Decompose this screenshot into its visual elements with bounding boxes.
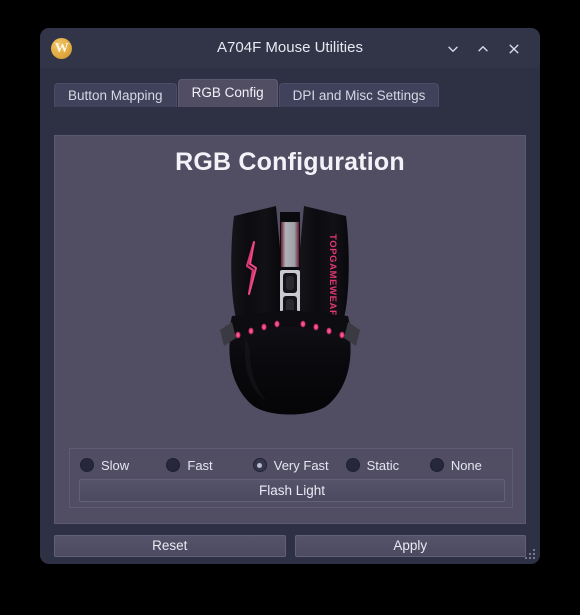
tab-bar: Button Mapping RGB Config DPI and Misc S… (54, 79, 540, 107)
tab-rgb-config[interactable]: RGB Config (177, 79, 278, 107)
close-icon (507, 42, 521, 56)
radio-indicator-static[interactable] (345, 458, 360, 472)
footer-button-bar: Reset Apply (54, 535, 526, 557)
radio-option-static[interactable]: Static (344, 458, 428, 473)
radio-label-static: Static (366, 457, 400, 473)
radio-indicator-very-fast[interactable] (252, 458, 267, 472)
radio-label-fast: Fast (187, 457, 213, 473)
radio-option-slow[interactable]: Slow (70, 458, 164, 473)
radio-indicator-none[interactable] (429, 458, 444, 472)
chevron-up-icon (476, 42, 490, 56)
apply-button[interactable]: Apply (294, 535, 526, 557)
reset-button[interactable]: Reset (54, 535, 286, 557)
close-button[interactable] (503, 38, 525, 59)
lighting-effects-group: Slow Fast Very Fast Static None Flash Li… (69, 448, 513, 508)
rgb-config-panel: RGB Configuration TOPGAMEWEAPON Slow Fas… (54, 135, 526, 524)
resize-grip[interactable] (522, 546, 535, 559)
window-title: A704F Mouse Utilities (217, 39, 363, 56)
radio-label-very-fast: Very Fast (273, 457, 329, 473)
radio-indicator-slow[interactable] (80, 458, 94, 472)
effect-radio-group: Slow Fast Very Fast Static None (70, 455, 512, 475)
radio-indicator-fast[interactable] (166, 458, 181, 472)
radio-option-very-fast[interactable]: Very Fast (251, 458, 344, 473)
radio-option-fast[interactable]: Fast (164, 458, 250, 473)
minimize-button[interactable] (442, 38, 464, 59)
title-bar[interactable]: W A704F Mouse Utilities (40, 28, 540, 68)
flash-light-button[interactable]: Flash Light (79, 479, 505, 502)
tab-button-mapping[interactable]: Button Mapping (54, 83, 177, 107)
maximize-button[interactable] (472, 38, 494, 59)
tab-dpi-and-misc-settings[interactable]: DPI and Misc Settings (278, 83, 440, 107)
device-image: TOPGAMEWEAPON (55, 198, 525, 428)
application-window: W A704F Mouse Utilities Button Mapping R… (40, 28, 540, 564)
radio-label-none: None (450, 457, 482, 473)
gaming-mouse-top-view-icon: TOPGAMEWEAPON (220, 206, 360, 415)
radio-option-none[interactable]: None (428, 458, 512, 473)
page-title: RGB Configuration (175, 148, 405, 176)
radio-label-slow: Slow (101, 457, 130, 473)
chevron-down-icon (446, 42, 460, 56)
